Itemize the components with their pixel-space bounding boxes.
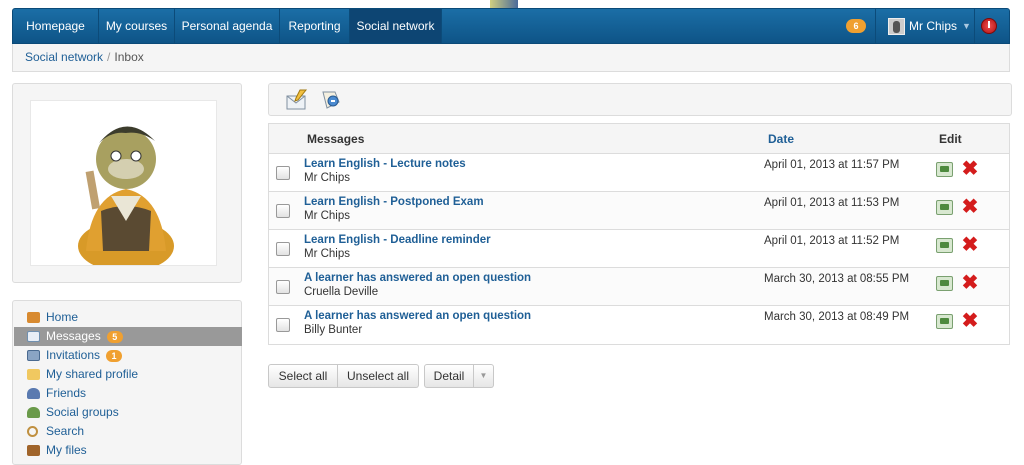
header-messages: Messages — [307, 132, 365, 146]
header-date[interactable]: Date — [768, 124, 794, 154]
table-row: Learn English - Lecture notes Mr Chips A… — [269, 154, 1009, 192]
reply-icon[interactable] — [936, 200, 953, 215]
message-sender: Mr Chips — [304, 172, 351, 184]
header-edit: Edit — [939, 132, 962, 146]
reply-icon[interactable] — [936, 276, 953, 291]
delete-icon[interactable]: ✖ — [961, 235, 979, 255]
sidebar-item-label-wrap: Messages 5 — [46, 327, 123, 346]
sidebar-item-label: Home — [46, 310, 79, 324]
message-subject[interactable]: Learn English - Deadline reminder — [304, 234, 491, 246]
message-sender: Cruella Deville — [304, 286, 379, 298]
sidebar-item-friends[interactable]: Friends — [14, 384, 242, 403]
row-checkbox[interactable] — [276, 242, 290, 256]
outbox-icon[interactable] — [319, 88, 343, 112]
unselect-all-button[interactable]: Unselect all — [338, 364, 419, 388]
nav-homepage[interactable]: Homepage — [13, 9, 99, 43]
sidebar-item-my-files[interactable]: My files — [14, 441, 242, 460]
row-checkbox[interactable] — [276, 204, 290, 218]
profile-picture-panel — [12, 83, 242, 283]
sidebar-item-social-groups[interactable]: Social groups — [14, 403, 242, 422]
nav-my-courses[interactable]: My courses — [99, 9, 175, 43]
home-icon — [27, 312, 40, 323]
social-sidebar-menu: Home Messages 5 Invitations 1 My shared pr… — [12, 300, 242, 465]
profile-picture — [30, 100, 217, 266]
detail-button[interactable]: Detail — [424, 364, 474, 388]
breadcrumb-current: Inbox — [114, 50, 144, 64]
message-sender: Mr Chips — [304, 210, 351, 222]
logout-icon[interactable] — [981, 18, 997, 34]
sidebar-item-label: Messages — [46, 329, 101, 343]
user-name: Mr Chips — [909, 19, 958, 33]
user-avatar-icon — [888, 18, 905, 35]
reply-icon[interactable] — [936, 162, 953, 177]
sidebar-item-label: Invitations — [46, 348, 101, 362]
envelope-icon — [27, 331, 40, 342]
sidebar-item-label: Search — [46, 424, 85, 438]
nav-personal-agenda[interactable]: Personal agenda — [175, 9, 280, 43]
group-icon — [27, 407, 40, 418]
message-subject[interactable]: A learner has answered an open question — [304, 272, 531, 284]
row-checkbox[interactable] — [276, 318, 290, 332]
sidebar-item-label: My files — [46, 443, 87, 457]
compose-message-icon[interactable] — [285, 88, 309, 112]
sidebar-item-label: Friends — [46, 386, 87, 400]
message-date: March 30, 2013 at 08:49 PM — [764, 311, 910, 323]
delete-icon[interactable]: ✖ — [961, 311, 979, 331]
folder-icon — [27, 369, 40, 380]
briefcase-icon — [27, 445, 40, 456]
chevron-down-icon: ▼ — [962, 21, 971, 31]
messages-count-badge: 5 — [106, 330, 123, 343]
notification-badge[interactable]: 6 — [846, 19, 866, 33]
breadcrumb-social-network[interactable]: Social network — [25, 50, 103, 64]
select-all-button[interactable]: Select all — [268, 364, 338, 388]
message-subject[interactable]: A learner has answered an open question — [304, 310, 531, 322]
delete-icon[interactable]: ✖ — [961, 197, 979, 217]
row-checkbox[interactable] — [276, 280, 290, 294]
table-header: Messages Date Edit — [269, 124, 1009, 154]
table-row: A learner has answered an open question … — [269, 268, 1009, 306]
table-row: Learn English - Postponed Exam Mr Chips … — [269, 192, 1009, 230]
sidebar-item-label: My shared profile — [46, 367, 139, 381]
row-checkbox[interactable] — [276, 166, 290, 180]
message-date: April 01, 2013 at 11:57 PM — [764, 159, 900, 171]
main-navbar: Homepage My courses Personal agenda Repo… — [12, 8, 1010, 44]
sidebar-item-home[interactable]: Home — [14, 308, 242, 327]
table-row: Learn English - Deadline reminder Mr Chi… — [269, 230, 1009, 268]
message-sender: Billy Bunter — [304, 324, 363, 336]
sidebar-item-search[interactable]: Search — [14, 422, 242, 441]
chevron-down-icon: ▼ — [479, 371, 488, 380]
sidebar-item-messages[interactable]: Messages 5 — [14, 327, 242, 346]
table-row: A learner has answered an open question … — [269, 306, 1009, 344]
message-date: April 01, 2013 at 11:53 PM — [764, 197, 900, 209]
reply-icon[interactable] — [936, 314, 953, 329]
top-decoration — [490, 0, 518, 8]
invitation-icon — [27, 350, 40, 361]
messages-table: Messages Date Edit Learn English - Lectu… — [268, 123, 1010, 345]
sidebar-item-label: Social groups — [46, 405, 119, 419]
delete-icon[interactable]: ✖ — [961, 273, 979, 293]
user-menu[interactable]: Mr Chips ▼ — [875, 9, 975, 43]
user-icon — [27, 388, 40, 399]
search-icon — [27, 426, 38, 437]
reply-icon[interactable] — [936, 238, 953, 253]
detail-dropdown-toggle[interactable]: ▼ — [474, 364, 494, 388]
message-subject[interactable]: Learn English - Lecture notes — [304, 158, 466, 170]
breadcrumb: Social network / Inbox — [12, 44, 1010, 72]
message-toolbar — [268, 83, 1012, 116]
message-subject[interactable]: Learn English - Postponed Exam — [304, 196, 484, 208]
message-sender: Mr Chips — [304, 248, 351, 260]
nav-reporting[interactable]: Reporting — [280, 9, 350, 43]
breadcrumb-separator: / — [107, 50, 111, 64]
message-date: March 30, 2013 at 08:55 PM — [764, 273, 910, 285]
sidebar-item-shared-profile[interactable]: My shared profile — [14, 365, 242, 384]
sidebar-item-invitations[interactable]: Invitations 1 — [14, 346, 242, 365]
nav-social-network[interactable]: Social network — [350, 9, 442, 43]
delete-icon[interactable]: ✖ — [961, 159, 979, 179]
sidebar-item-label-wrap: Invitations 1 — [46, 346, 123, 365]
invitations-count-badge: 1 — [106, 349, 123, 362]
message-date: April 01, 2013 at 11:52 PM — [764, 235, 900, 247]
